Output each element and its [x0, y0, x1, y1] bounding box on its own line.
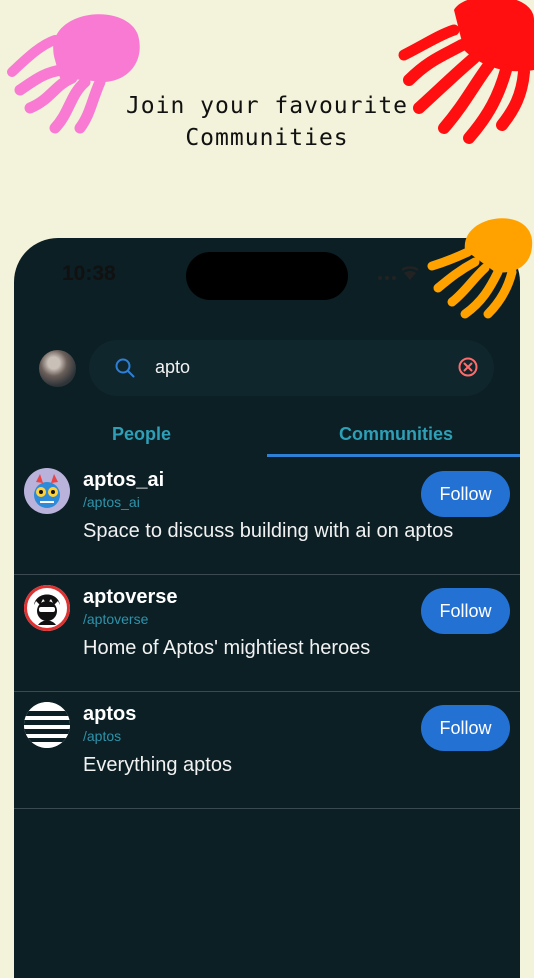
community-handle: /aptoverse	[83, 611, 149, 627]
community-name[interactable]: aptos	[83, 703, 136, 726]
tab-communities[interactable]: Communities	[339, 424, 453, 445]
community-row[interactable]: aptos /aptos Everything aptos Follow	[14, 692, 520, 809]
community-handle: /aptos	[83, 728, 122, 744]
monster-avatar-icon	[34, 474, 60, 508]
community-row[interactable]: aptos_ai /aptos_ai Space to discuss buil…	[14, 458, 520, 575]
community-avatar	[24, 585, 70, 631]
follow-button[interactable]: Follow	[421, 588, 510, 634]
headline-line-2: Communities	[185, 125, 349, 151]
community-name[interactable]: aptos_ai	[83, 469, 164, 492]
hero-avatar-icon	[25, 586, 69, 630]
orange-jellyfish-illustration	[427, 218, 533, 319]
community-avatar	[24, 468, 70, 514]
follow-button[interactable]: Follow	[421, 705, 510, 751]
user-avatar[interactable]	[39, 350, 76, 387]
search-icon	[115, 358, 135, 378]
headline-line-1: Join your favourite	[125, 93, 409, 119]
community-handle: /aptos_ai	[83, 494, 140, 510]
search-input[interactable]: apto	[155, 357, 190, 378]
search-bar[interactable]: apto	[89, 340, 494, 396]
tab-people[interactable]: People	[112, 424, 171, 445]
headline: Join your favourite Communities	[0, 90, 534, 154]
clear-search-icon[interactable]	[457, 356, 479, 378]
community-description: Home of Aptos' mightiest heroes	[83, 637, 371, 659]
community-description: Space to discuss building with ai on apt…	[83, 520, 454, 542]
follow-button[interactable]: Follow	[421, 471, 510, 517]
active-tab-indicator	[267, 454, 520, 457]
community-avatar	[24, 702, 70, 748]
dynamic-island	[186, 252, 348, 300]
status-time: 10:38	[62, 262, 116, 285]
community-row[interactable]: aptoverse /aptoverse Home of Aptos' migh…	[14, 575, 520, 692]
community-description: Everything aptos	[83, 754, 232, 776]
aptos-logo-icon	[24, 702, 70, 748]
community-name[interactable]: aptoverse	[83, 586, 178, 609]
